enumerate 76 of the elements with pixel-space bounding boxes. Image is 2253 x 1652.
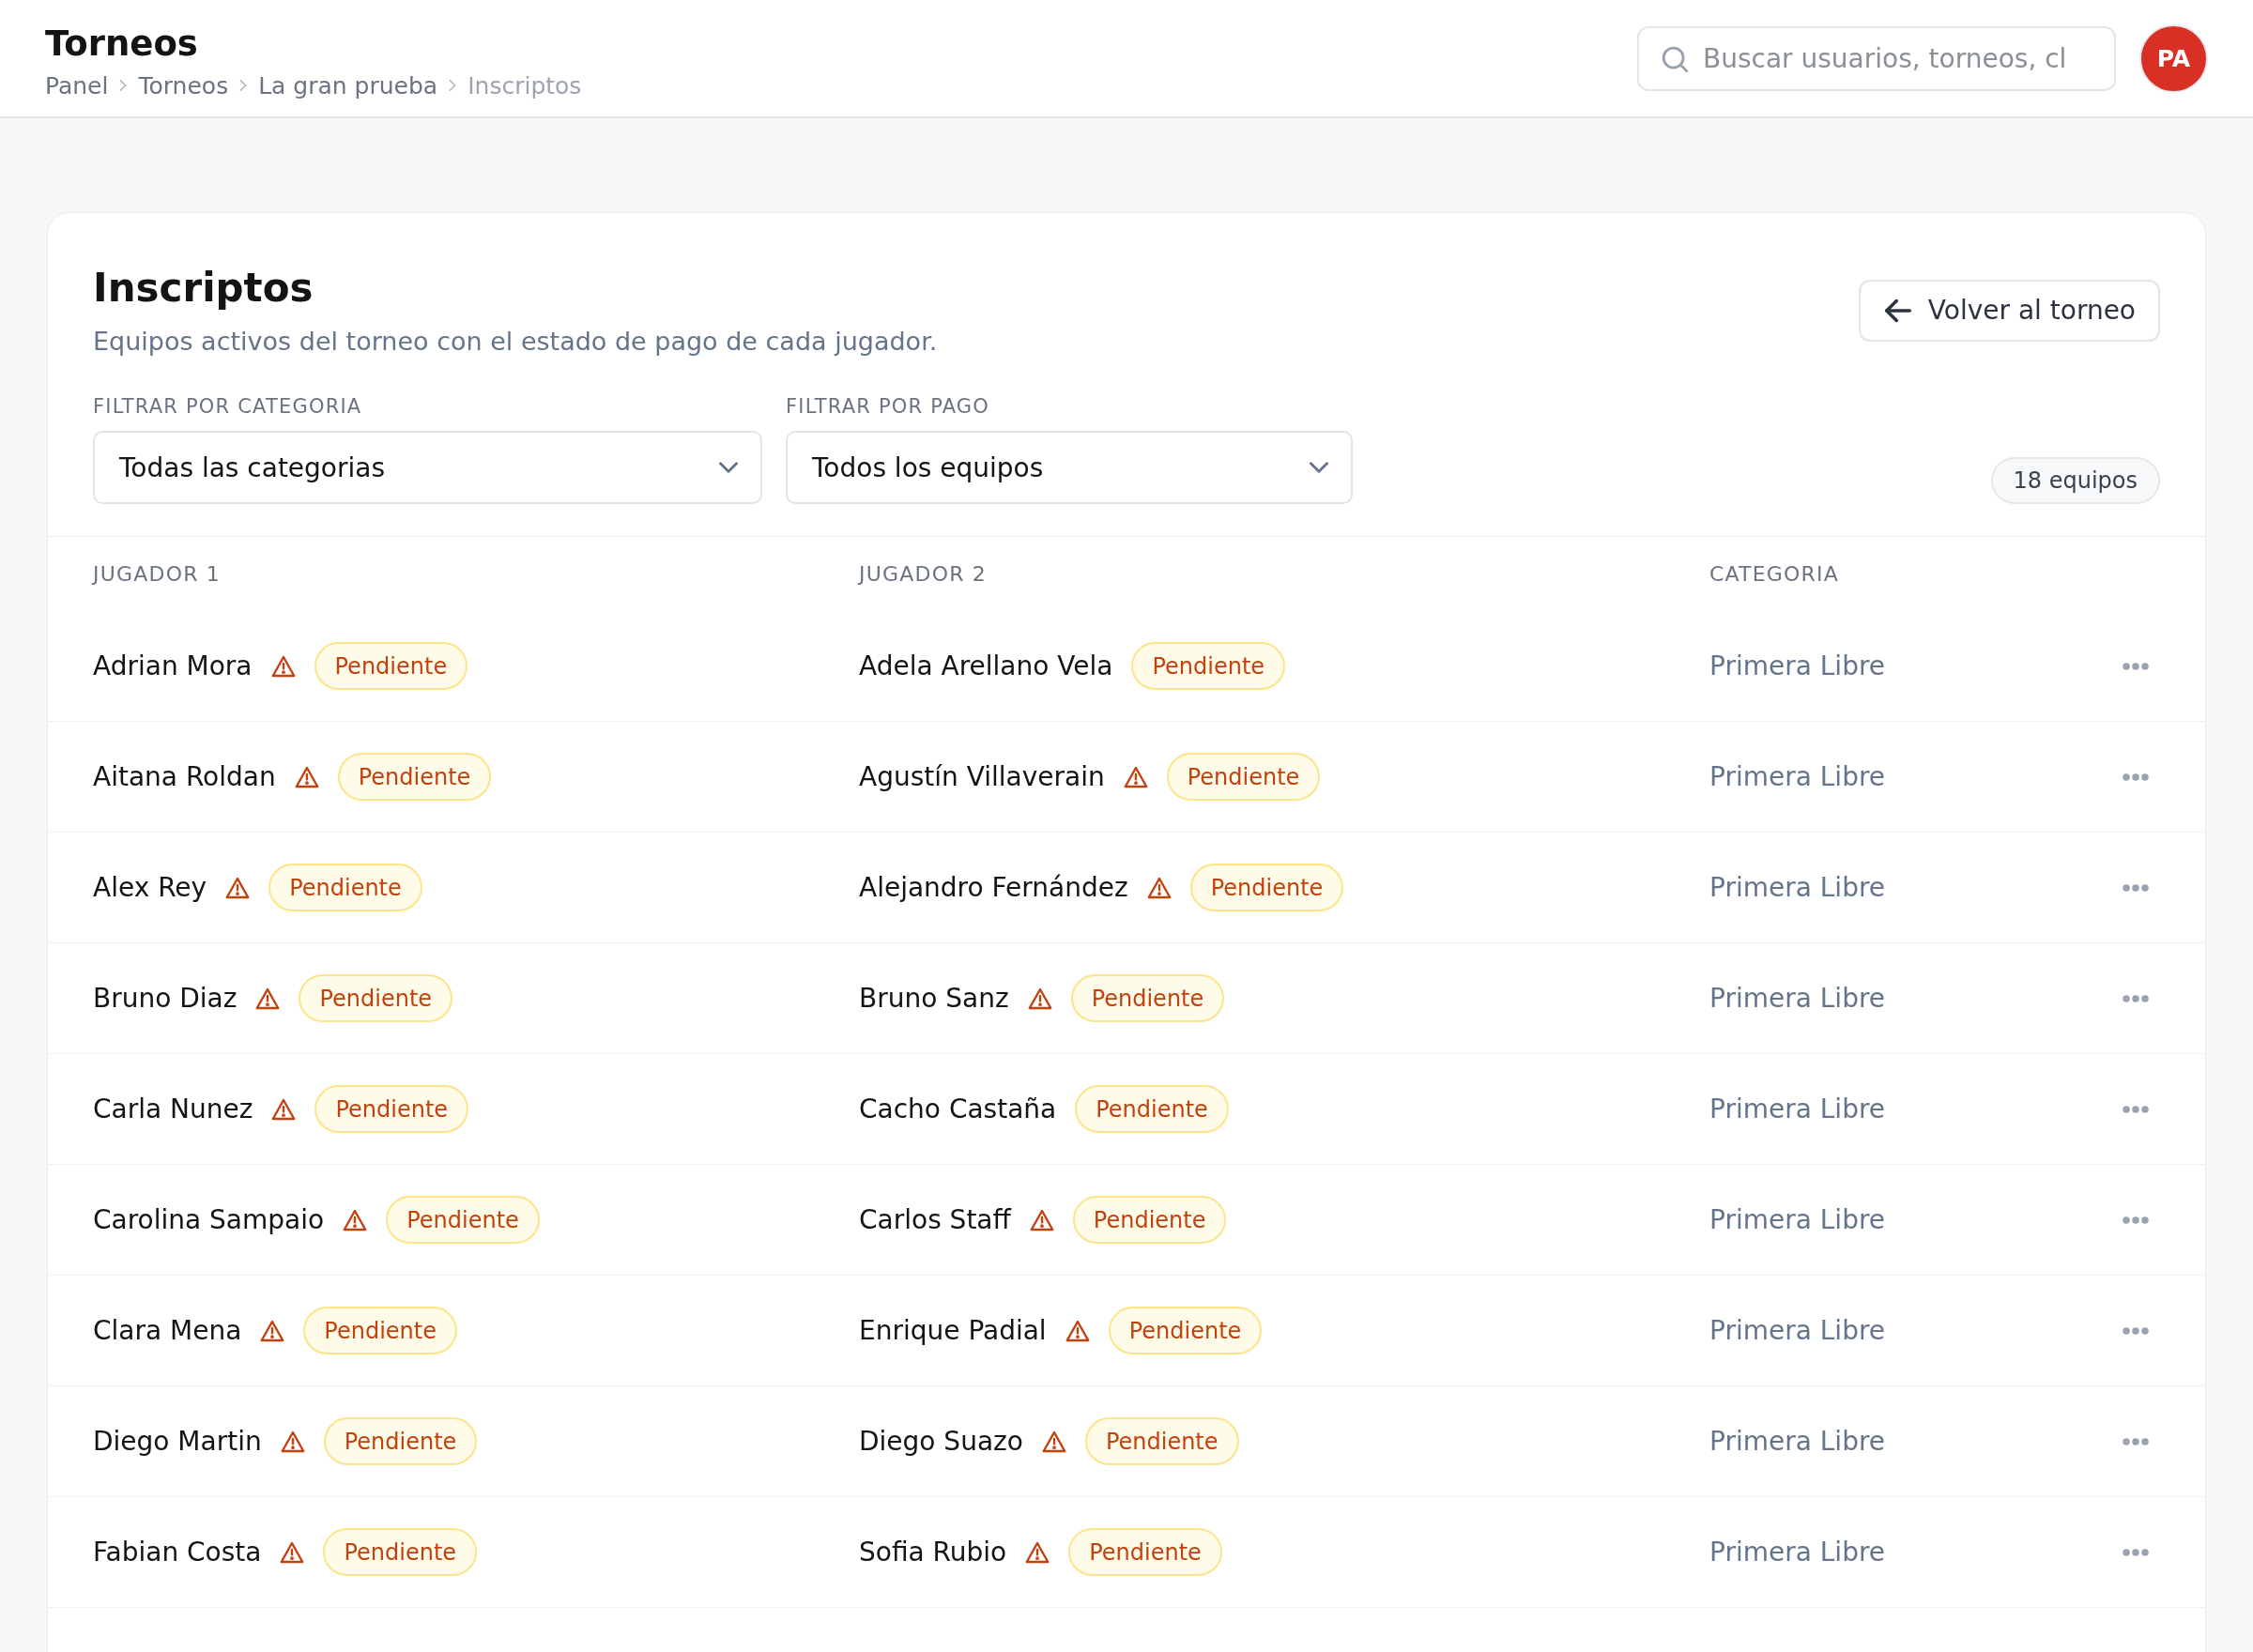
payment-status-badge: Pendiente (1108, 1307, 1263, 1354)
filter-label: FILTRAR POR CATEGORIA (93, 394, 362, 420)
more-options-icon[interactable] (2122, 772, 2150, 782)
player-name: Sofia Rubio (859, 1537, 1007, 1568)
payment-status-badge: Pendiente (299, 974, 453, 1022)
player-name: Alejandro Fernández (859, 872, 1128, 903)
payment-status-badge: Pendiente (1070, 974, 1225, 1022)
payment-status-badge: Pendiente (337, 753, 492, 801)
filter-label: FILTRAR POR PAGO (786, 394, 990, 420)
more-options-icon[interactable] (2122, 1215, 2150, 1225)
payment-status-badge: Pendiente (323, 1528, 478, 1576)
user-avatar[interactable]: PA (2139, 23, 2208, 93)
player-name: Agustín Villaverain (859, 761, 1105, 792)
category-text: Primera Libre (1709, 1537, 1886, 1568)
player-name: Adela Arellano Vela (859, 650, 1113, 681)
breadcrumb-link[interactable]: Panel (45, 69, 109, 101)
arrow-left-icon (1884, 297, 1911, 324)
category-text: Primera Libre (1709, 1426, 1886, 1457)
payment-status-badge: Pendiente (314, 642, 468, 690)
section-description: Equipos activos del torneo con el estado de pago de cada jugador. (93, 326, 938, 358)
payment-status-badge: Pendiente (1068, 1528, 1222, 1576)
chevron-down-icon (719, 462, 738, 473)
player-name: Diego Martin (93, 1426, 262, 1457)
payment-status-badge: Pendiente (386, 1196, 540, 1244)
category-text: Primera Libre (1709, 1315, 1886, 1346)
category-text: Primera Libre (1709, 1204, 1886, 1235)
team-count-badge: 18 equipos (1990, 457, 2160, 504)
payment-status-badge: Pendiente (268, 864, 422, 911)
more-options-icon[interactable] (2122, 1436, 2150, 1446)
player-name: Cacho Castaña (859, 1094, 1057, 1124)
more-options-icon[interactable] (2122, 1104, 2150, 1114)
filter-select[interactable]: Todas las categorias (93, 431, 762, 504)
payment-status-badge: Pendiente (1072, 1196, 1227, 1244)
payment-status-badge: Pendiente (1166, 753, 1321, 801)
player-name: Clara Mena (93, 1315, 242, 1346)
category-text: Primera Libre (1709, 983, 1886, 1014)
player-name: Carolina Sampaio (93, 1204, 325, 1235)
player-name: Bruno Sanz (859, 983, 1009, 1014)
more-options-icon[interactable] (2122, 1325, 2150, 1336)
column-header: JUGADOR 1 (93, 562, 222, 586)
payment-status-badge: Pendiente (1084, 1417, 1239, 1465)
more-options-icon[interactable] (2122, 1547, 2150, 1557)
player-name: Carla Nunez (93, 1094, 253, 1124)
more-options-icon[interactable] (2122, 882, 2150, 893)
search-icon (1662, 45, 1688, 72)
category-text: Primera Libre (1709, 761, 1886, 792)
payment-status-badge: Pendiente (1131, 642, 1286, 690)
payment-status-badge: Pendiente (323, 1417, 478, 1465)
back-button[interactable]: Volver al torneo (1858, 279, 2160, 342)
player-name: Bruno Diaz (93, 983, 238, 1014)
category-text: Primera Libre (1709, 1094, 1886, 1124)
player-name: Adrian Mora (93, 650, 253, 681)
chevron-down-icon (1310, 462, 1328, 473)
breadcrumb-link[interactable]: La gran prueba (258, 69, 438, 101)
section-title: Inscriptos (93, 264, 314, 313)
column-header: JUGADOR 2 (859, 562, 988, 586)
page-title: Torneos (45, 23, 198, 65)
category-text: Primera Libre (1709, 872, 1886, 903)
search-field[interactable]: Buscar usuarios, torneos, cl (1637, 25, 2116, 91)
player-name: Fabian Costa (93, 1537, 262, 1568)
payment-status-badge: Pendiente (314, 1085, 469, 1133)
breadcrumb-current: Inscriptos (467, 70, 582, 101)
more-options-icon[interactable] (2122, 661, 2150, 671)
player-name: Diego Suazo (859, 1426, 1023, 1457)
player-name: Aitana Roldan (93, 761, 276, 792)
payment-status-badge: Pendiente (303, 1307, 457, 1354)
filter-select[interactable]: Todos los equipos (786, 431, 1353, 504)
payment-status-badge: Pendiente (1189, 864, 1344, 911)
player-name: Alex Rey (93, 872, 207, 903)
payment-status-badge: Pendiente (1075, 1085, 1229, 1133)
breadcrumb-link[interactable]: Torneos (138, 69, 229, 101)
category-text: Primera Libre (1709, 650, 1886, 681)
column-header: CATEGORIA (1709, 562, 1840, 586)
player-name: Enrique Padial (859, 1315, 1047, 1346)
more-options-icon[interactable] (2122, 993, 2150, 1003)
player-name: Carlos Staff (859, 1204, 1011, 1235)
